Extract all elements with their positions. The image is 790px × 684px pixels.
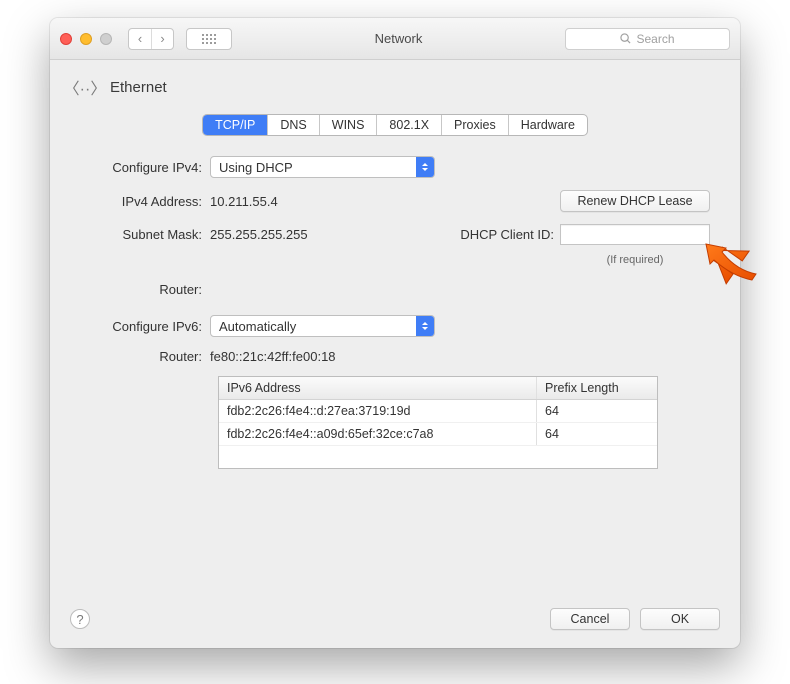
dhcp-hint: (If required) <box>560 254 710 266</box>
tab-tcpip[interactable]: TCP/IP <box>203 115 267 135</box>
window-title: Network <box>240 31 557 46</box>
subnet-mask-label: Subnet Mask: <box>80 227 210 242</box>
page-header: 〈··〉 Ethernet <box>50 60 740 108</box>
tab-dns[interactable]: DNS <box>267 115 318 135</box>
configure-ipv4-label: Configure IPv4: <box>80 160 210 175</box>
ethernet-icon: 〈··〉 <box>72 74 98 100</box>
ipv6-address-table: IPv6 Address Prefix Length fdb2:2c26:f4e… <box>218 376 658 469</box>
tab-hardware[interactable]: Hardware <box>508 115 587 135</box>
col-header-prefix[interactable]: Prefix Length <box>537 377 657 399</box>
settings-tabs: TCP/IP DNS WINS 802.1X Proxies Hardware <box>50 114 740 136</box>
forward-button[interactable]: › <box>151 29 173 49</box>
router-label: Router: <box>80 282 210 297</box>
content-area: Configure IPv4: Using DHCP IPv4 Address:… <box>50 136 740 479</box>
ipv6-router-label: Router: <box>80 349 210 364</box>
minimize-icon[interactable] <box>80 33 92 45</box>
nav-back-forward: ‹ › <box>128 28 174 50</box>
page-title: Ethernet <box>110 79 167 96</box>
tab-wins[interactable]: WINS <box>319 115 377 135</box>
table-row: fdb2:2c26:f4e4::a09d:65ef:32ce:c7a8 64 <box>219 423 657 446</box>
configure-ipv4-select[interactable]: Using DHCP <box>210 156 435 178</box>
col-header-address[interactable]: IPv6 Address <box>219 377 537 399</box>
close-icon[interactable] <box>60 33 72 45</box>
search-input[interactable]: Search <box>565 28 730 50</box>
dialog-footer: ? Cancel OK <box>50 592 740 648</box>
titlebar: ‹ › Network Search <box>50 18 740 60</box>
tab-proxies[interactable]: Proxies <box>441 115 508 135</box>
back-button[interactable]: ‹ <box>129 29 151 49</box>
dhcp-client-id-label: DHCP Client ID: <box>360 227 554 242</box>
chevron-updown-icon <box>416 157 434 177</box>
table-row: fdb2:2c26:f4e4::d:27ea:3719:19d 64 <box>219 400 657 423</box>
ipv4-address-value: 10.211.55.4 <box>210 194 278 209</box>
tab-8021x[interactable]: 802.1X <box>376 115 441 135</box>
network-preferences-window: ‹ › Network Search 〈··〉 Ethernet TCP/IP … <box>50 18 740 648</box>
search-icon <box>620 33 631 44</box>
search-placeholder: Search <box>636 32 674 46</box>
chevron-updown-icon <box>416 316 434 336</box>
configure-ipv6-label: Configure IPv6: <box>80 319 210 334</box>
show-all-button[interactable] <box>186 28 232 50</box>
ok-button[interactable]: OK <box>640 608 720 630</box>
window-controls <box>60 33 112 45</box>
ipv6-router-value: fe80::21c:42ff:fe00:18 <box>210 349 336 364</box>
cancel-button[interactable]: Cancel <box>550 608 630 630</box>
zoom-icon <box>100 33 112 45</box>
dhcp-client-id-input[interactable] <box>560 224 710 245</box>
help-button[interactable]: ? <box>70 609 90 629</box>
renew-dhcp-lease-button[interactable]: Renew DHCP Lease <box>560 190 710 212</box>
subnet-mask-value: 255.255.255.255 <box>210 227 340 242</box>
configure-ipv6-select[interactable]: Automatically <box>210 315 435 337</box>
ipv4-address-label: IPv4 Address: <box>80 194 210 209</box>
